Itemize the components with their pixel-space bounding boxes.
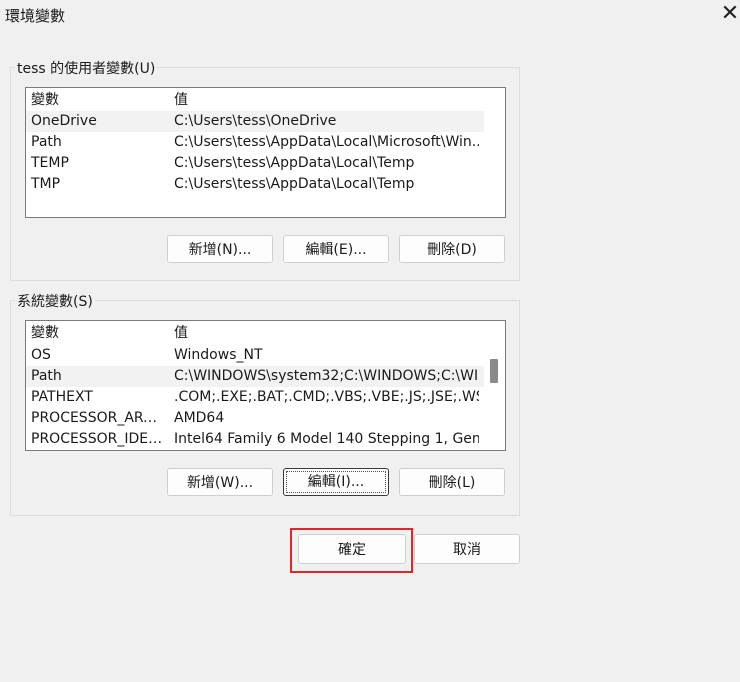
variable-name: TMP	[31, 176, 61, 192]
column-header-variable[interactable]: 變數	[31, 323, 166, 344]
list-header: 變數 值	[26, 323, 484, 344]
system-new-button[interactable]: 新增(W)...	[167, 468, 273, 496]
system-edit-button[interactable]: 編輯(I)...	[283, 468, 389, 496]
list-item[interactable]: Path C:\WINDOWS\system32;C:\WINDOWS;C:\W…	[26, 366, 484, 387]
system-variables-list[interactable]: 變數 值 OS Windows_NT Path C:\WINDOWS\syste…	[25, 320, 506, 451]
variable-value: C:\Users\tess\AppData\Local\Microsoft\Wi…	[174, 134, 479, 150]
list-item[interactable]: TMP C:\Users\tess\AppData\Local\Temp	[26, 174, 484, 195]
variable-name: PROCESSOR_IDEN...	[31, 431, 166, 447]
system-edit-label: 編輯(I)...	[307, 474, 365, 490]
close-icon[interactable]: ✕	[718, 2, 740, 26]
user-edit-button[interactable]: 編輯(E)...	[283, 235, 389, 263]
variable-name: TEMP	[31, 155, 69, 171]
variable-name: PATHEXT	[31, 389, 93, 405]
list-item[interactable]: OneDrive C:\Users\tess\OneDrive	[26, 111, 484, 132]
user-new-button[interactable]: 新增(N)...	[167, 235, 273, 263]
user-delete-button[interactable]: 刪除(D)	[399, 235, 505, 263]
list-header: 變數 值	[26, 90, 484, 111]
variable-value: C:\WINDOWS\system32;C:\WINDOWS;C:\WI...	[174, 368, 479, 384]
title-bar: 環境變數 ✕	[0, 0, 740, 30]
variable-value: .COM;.EXE;.BAT;.CMD;.VBS;.VBE;.JS;.JSE;.…	[174, 389, 479, 405]
scrollbar[interactable]	[484, 88, 505, 217]
scrollbar-thumb[interactable]	[490, 359, 498, 383]
list-item[interactable]: PROCESSOR_IDEN... Intel64 Family 6 Model…	[26, 429, 484, 450]
ok-button[interactable]: 確定	[298, 534, 406, 564]
list-item[interactable]: PATHEXT .COM;.EXE;.BAT;.CMD;.VBS;.VBE;.J…	[26, 387, 484, 408]
column-header-variable[interactable]: 變數	[31, 90, 166, 111]
variable-name: OS	[31, 347, 51, 363]
variable-name: Path	[31, 134, 62, 150]
list-item[interactable]: Path C:\Users\tess\AppData\Local\Microso…	[26, 132, 484, 153]
variable-name: PROCESSOR_ARC...	[31, 410, 166, 426]
variable-value: Windows_NT	[174, 347, 263, 363]
user-variables-list[interactable]: 變數 值 OneDrive C:\Users\tess\OneDrive Pat…	[25, 87, 506, 218]
scrollbar[interactable]	[484, 321, 505, 450]
list-item[interactable]: TEMP C:\Users\tess\AppData\Local\Temp	[26, 153, 484, 174]
list-item[interactable]: PROCESSOR_ARC... AMD64	[26, 408, 484, 429]
column-header-value[interactable]: 值	[174, 323, 474, 344]
variable-name: OneDrive	[31, 113, 97, 129]
system-delete-button[interactable]: 刪除(L)	[399, 468, 505, 496]
variable-value: C:\Users\tess\AppData\Local\Temp	[174, 155, 415, 171]
window-title: 環境變數	[5, 7, 66, 25]
list-item[interactable]: OS Windows_NT	[26, 345, 484, 366]
variable-value: C:\Users\tess\AppData\Local\Temp	[174, 176, 415, 192]
variable-value: Intel64 Family 6 Model 140 Stepping 1, G…	[174, 431, 479, 447]
user-variables-label: tess 的使用者變數(U)	[15, 58, 158, 78]
variable-value: AMD64	[174, 410, 225, 426]
cancel-button[interactable]: 取消	[414, 534, 520, 564]
variable-value: C:\Users\tess\OneDrive	[174, 113, 337, 129]
system-variables-label: 系統變數(S)	[15, 291, 95, 311]
column-header-value[interactable]: 值	[174, 90, 474, 111]
variable-name: Path	[31, 368, 62, 384]
